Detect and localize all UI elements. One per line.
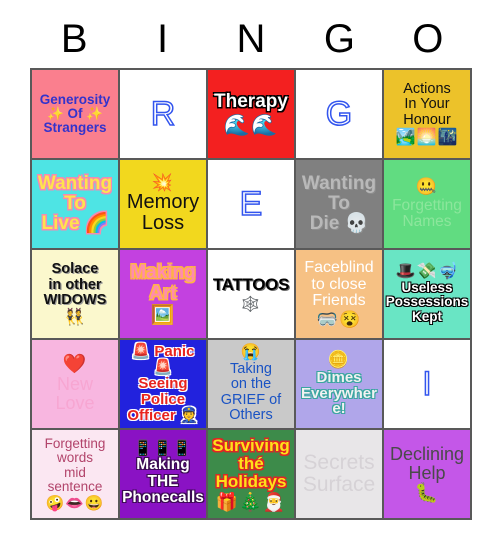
bingo-cell-label: G [325, 94, 353, 133]
bingo-cell-label: Dimes Everywhere! [301, 368, 377, 418]
bingo-cell-secrets-surface[interactable]: Secrets Surface [296, 430, 384, 520]
bingo-cell-emoji: 🎩💸🤿 [395, 263, 459, 281]
bingo-cell-emoji: 😭 [240, 343, 262, 361]
bingo-cell-generosity-of-strangers[interactable]: Generosity ✨ Of ✨ Strangers [32, 70, 120, 160]
bingo-cell-emoji: 🎁🎄🎅 [215, 492, 287, 513]
bingo-cell-label: Declining Help [389, 443, 465, 483]
bingo-cell-letter-e[interactable]: E [208, 160, 296, 250]
bingo-cell-therapy[interactable]: Therapy 🌊🌊 [208, 70, 296, 160]
header-letter-n: N [236, 17, 266, 61]
bingo-cell-emoji: ❤️ [62, 353, 88, 375]
bingo-cell-emoji: 🐛 [414, 483, 440, 505]
bingo-cell-emoji: 🕸️ [241, 296, 261, 313]
bingo-cell-label: Surviving thé Holidays [212, 435, 290, 491]
bingo-cell-taking-on-the-grief-of-others[interactable]: 😭 Taking on the GRIEF of Others [208, 340, 296, 430]
bingo-cell-label: TATTOOS [212, 274, 290, 294]
bingo-cell-emoji: 📱📱📱 [133, 440, 193, 458]
header-letter-i: I [157, 17, 169, 61]
bingo-cell-label: R [150, 94, 176, 133]
bingo-cell-emoji: 💥 [151, 172, 175, 192]
bingo-cell-forgetting-names[interactable]: 🤐 Forgetting Names [384, 160, 472, 250]
bingo-cell-label: Useless Possessions Kept [385, 280, 469, 324]
bingo-cell-new-love[interactable]: ❤️ New Love [32, 340, 120, 430]
bingo-cell-emoji: 👯 [64, 308, 86, 326]
bingo-cell-tattoos[interactable]: TATTOOS 🕸️ [208, 250, 296, 340]
bingo-cell-faceblind-to-close-friends[interactable]: Faceblind to close Friends 🥽😵 [296, 250, 384, 340]
header-letter-b: B [60, 17, 88, 61]
bingo-cell-useless-possessions-kept[interactable]: 🎩💸🤿 Useless Possessions Kept [384, 250, 472, 340]
bingo-cell-emoji: 🪙 [327, 349, 351, 369]
bingo-cell-making-the-phonecalls[interactable]: 📱📱📱 Making THE Phonecalls [120, 430, 208, 520]
bingo-cell-emoji: 🤪👄😀 [45, 495, 105, 513]
bingo-cell-label: Solace in other WIDOWS [43, 261, 107, 309]
bingo-cell-label: Making Art [130, 262, 196, 304]
bingo-grid: Generosity ✨ Of ✨ Strangers R Therapy 🌊🌊 G Ac… [30, 68, 472, 520]
bingo-cell-label: Memory Loss [126, 190, 200, 234]
bingo-cell-label: Forgetting Names [392, 196, 462, 230]
bingo-cell-label: Faceblind to close Friends [304, 258, 374, 310]
bingo-cell-label: Therapy [214, 90, 288, 112]
bingo-cell-emoji: 🖼️ [150, 304, 176, 326]
bingo-cell-surviving-the-holidays[interactable]: Surviving thé Holidays 🎁🎄🎅 [208, 430, 296, 520]
bingo-cell-emoji: 🏞️🌅🌃 [395, 129, 459, 147]
bingo-cell-label: Secrets Surface [302, 450, 376, 496]
bingo-cell-actions-in-your-honour[interactable]: Actions In Your Honour 🏞️🌅🌃 [384, 70, 472, 160]
bingo-cell-label: Taking on the GRIEF of Others [220, 360, 282, 423]
bingo-cell-label: E [239, 184, 263, 223]
bingo-cell-forgetting-words-mid-sentence[interactable]: Forgetting words mid sentence 🤪👄😀 [32, 430, 120, 520]
bingo-card: B I N G O Generosity ✨ Of ✨ Strangers R Th… [30, 10, 472, 522]
bingo-cell-declining-help[interactable]: Declining Help 🐛 [384, 430, 472, 520]
bingo-cell-letter-g[interactable]: G [296, 70, 384, 160]
bingo-cell-making-art[interactable]: Making Art 🖼️ [120, 250, 208, 340]
bingo-header-row: B I N G O [30, 10, 472, 68]
bingo-cell-emoji: 🥽😵 [316, 310, 362, 330]
bingo-cell-wanting-to-live[interactable]: Wanting To Live 🌈 [32, 160, 120, 250]
bingo-cell-letter-r[interactable]: R [120, 70, 208, 160]
bingo-cell-memory-loss[interactable]: 💥 Memory Loss [120, 160, 208, 250]
bingo-cell-label: Forgetting words mid sentence [44, 435, 106, 494]
bingo-cell-label: Wanting To Live 🌈 [37, 172, 113, 235]
bingo-cell-emoji: 🌊🌊 [223, 114, 279, 138]
bingo-cell-label: Wanting To Die 💀 [301, 172, 377, 235]
bingo-cell-letter-i[interactable]: I [384, 340, 472, 430]
bingo-cell-label: Generosity ✨ Of ✨ Strangers [39, 91, 111, 136]
bingo-cell-label: Making THE Phonecalls [122, 456, 204, 507]
bingo-cell-solace-in-other-widows[interactable]: Solace in other WIDOWS 👯 [32, 250, 120, 340]
bingo-cell-panic-seeing-police-officer[interactable]: 🚨 Panic 🚨 Seeing Police Officer 👮 [120, 340, 208, 430]
bingo-cell-wanting-to-die[interactable]: Wanting To Die 💀 [296, 160, 384, 250]
bingo-cell-label: New Love [55, 373, 95, 413]
header-letter-g: G [323, 17, 355, 61]
bingo-cell-label: Actions In Your Honour [403, 80, 451, 128]
bingo-cell-dimes-everywhere[interactable]: 🪙 Dimes Everywhere! [296, 340, 384, 430]
bingo-cell-label: I [421, 364, 432, 403]
header-letter-o: O [412, 17, 444, 61]
bingo-cell-label: 🚨 Panic 🚨 Seeing Police Officer 👮 [127, 343, 199, 424]
bingo-cell-emoji: 🤐 [415, 176, 439, 196]
